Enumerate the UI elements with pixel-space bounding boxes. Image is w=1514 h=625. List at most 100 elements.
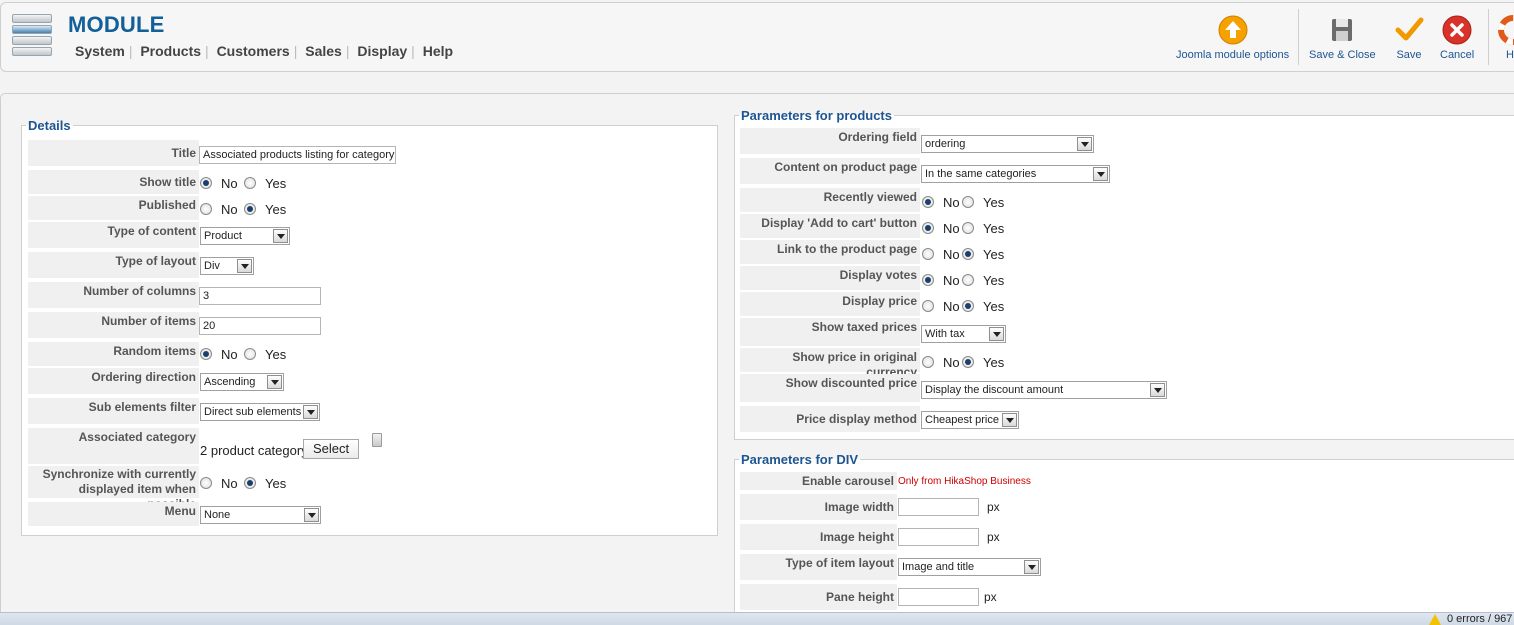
show-taxed-prices-select[interactable]: With tax	[921, 325, 1006, 343]
menu-item-sales[interactable]: Sales	[301, 43, 346, 59]
display-price-yes-radio[interactable]	[962, 300, 974, 312]
show-taxed-prices-label: Show taxed prices	[740, 318, 920, 346]
radio-yes-label: Yes	[983, 221, 1005, 236]
price-display-method-select[interactable]: Cheapest price	[921, 411, 1019, 429]
chevron-down-icon	[1024, 560, 1039, 574]
menu-item-display[interactable]: Display	[353, 43, 411, 59]
number-of-items-input[interactable]: 20	[199, 317, 321, 335]
type-of-layout-label: Type of layout	[28, 252, 199, 278]
menu-item-help[interactable]: Help	[419, 43, 457, 59]
recently-viewed-no-radio[interactable]	[922, 196, 934, 208]
random-items-yes-radio[interactable]	[244, 348, 256, 360]
random-items-label: Random items	[28, 342, 199, 366]
recently-viewed-yes-radio[interactable]	[962, 196, 974, 208]
display-votes-no-radio[interactable]	[922, 274, 934, 286]
save-close-button[interactable]: Save & Close	[1309, 15, 1376, 61]
item-layout-select[interactable]: Image and title	[898, 558, 1041, 576]
display-votes-label: Display votes	[740, 266, 920, 290]
radio-no-label: No	[943, 273, 960, 288]
pane-height-input[interactable]	[898, 588, 979, 606]
add-to-cart-no-radio[interactable]	[922, 222, 934, 234]
title-input[interactable]: Associated products listing for category…	[199, 146, 396, 164]
radio-yes-label: Yes	[983, 273, 1005, 288]
synchronize-no-radio[interactable]	[200, 477, 212, 489]
chevron-down-icon	[267, 375, 282, 389]
menu-item-customers[interactable]: Customers	[213, 43, 294, 59]
image-height-label: Image height	[740, 524, 897, 550]
radio-no-label: No	[221, 347, 238, 362]
products-params-legend: Parameters for products	[741, 108, 892, 123]
enable-carousel-label: Enable carousel	[740, 472, 897, 490]
number-of-columns-label: Number of columns	[28, 282, 199, 308]
price-display-method-label: Price display method	[740, 406, 920, 432]
item-layout-label: Type of item layout	[740, 554, 897, 580]
cancel-button[interactable]: Cancel	[1440, 15, 1474, 61]
chevron-down-icon	[1077, 137, 1092, 151]
original-currency-no-radio[interactable]	[922, 356, 934, 368]
save-button[interactable]: Save	[1394, 15, 1424, 61]
business-only-note: Only from HikaShop Business	[898, 476, 1031, 487]
menu-item-system[interactable]: System	[75, 43, 129, 59]
radio-yes-label: Yes	[265, 347, 287, 362]
radio-no-label: No	[943, 355, 960, 370]
radio-yes-label: Yes	[265, 476, 287, 491]
px-unit: px	[987, 500, 1000, 514]
select-category-button[interactable]: Select	[303, 439, 360, 459]
chevron-down-icon	[273, 229, 288, 243]
status-text[interactable]: 0 errors / 967	[1447, 613, 1512, 625]
synchronize-label: Synchronize with currently displayed ite…	[28, 466, 199, 511]
synchronize-yes-radio[interactable]	[244, 477, 256, 489]
random-items-no-radio[interactable]	[200, 348, 212, 360]
menu-label: Menu	[28, 502, 199, 526]
display-votes-yes-radio[interactable]	[962, 274, 974, 286]
main-menu: System | Products | Customers | Sales | Disp…	[75, 43, 457, 59]
published-no-radio[interactable]	[200, 203, 212, 215]
link-product-page-yes-radio[interactable]	[962, 248, 974, 260]
show-title-no-radio[interactable]	[200, 177, 212, 189]
image-height-input[interactable]	[898, 528, 979, 546]
content-on-product-page-select[interactable]: In the same categories	[921, 165, 1110, 183]
display-price-no-radio[interactable]	[922, 300, 934, 312]
add-to-cart-label: Display 'Add to cart' button	[740, 214, 920, 238]
content-on-product-page-label: Content on product page	[740, 158, 920, 184]
radio-yes-label: Yes	[983, 195, 1005, 210]
radio-no-label: No	[943, 299, 960, 314]
px-unit: px	[984, 590, 997, 604]
joomla-options-button[interactable]: Joomla module options	[1176, 15, 1289, 61]
ordering-direction-select[interactable]: Ascending	[200, 373, 284, 391]
radio-no-label: No	[221, 202, 238, 217]
radio-yes-label: Yes	[265, 176, 287, 191]
title-label: Title	[28, 140, 199, 166]
chevron-down-icon	[989, 327, 1004, 341]
menu-select[interactable]: None	[200, 506, 321, 524]
module-logo-icon	[12, 14, 52, 56]
ordering-field-select[interactable]: ordering	[921, 135, 1094, 153]
image-width-input[interactable]	[898, 498, 979, 516]
number-of-columns-input[interactable]: 3	[199, 287, 321, 305]
div-params-legend: Parameters for DIV	[741, 452, 859, 467]
help-button[interactable]: He	[1498, 15, 1514, 61]
menu-item-products[interactable]: Products	[136, 43, 205, 59]
chevron-down-icon	[237, 259, 252, 273]
add-to-cart-yes-radio[interactable]	[962, 222, 974, 234]
radio-yes-label: Yes	[983, 355, 1005, 370]
show-title-yes-radio[interactable]	[244, 177, 256, 189]
radio-no-label: No	[943, 195, 960, 210]
type-of-content-select[interactable]: Product	[200, 227, 290, 245]
sub-elements-filter-select[interactable]: Direct sub elements	[200, 403, 320, 421]
link-product-page-no-radio[interactable]	[922, 248, 934, 260]
original-currency-yes-radio[interactable]	[962, 356, 974, 368]
pane-height-label: Pane height	[740, 584, 897, 610]
image-width-label: Image width	[740, 494, 897, 520]
checkmark-icon	[1394, 15, 1424, 45]
associated-category-label: Associated category	[28, 428, 199, 464]
radio-yes-label: Yes	[983, 247, 1005, 262]
radio-no-label: No	[221, 476, 238, 491]
chevron-down-icon	[303, 405, 318, 419]
discounted-price-select[interactable]: Display the discount amount	[921, 381, 1167, 399]
chevron-down-icon	[304, 508, 319, 522]
type-of-layout-select[interactable]: Div	[200, 257, 254, 275]
published-yes-radio[interactable]	[244, 203, 256, 215]
trash-icon[interactable]	[372, 433, 382, 447]
upload-arrow-icon	[1218, 15, 1248, 45]
